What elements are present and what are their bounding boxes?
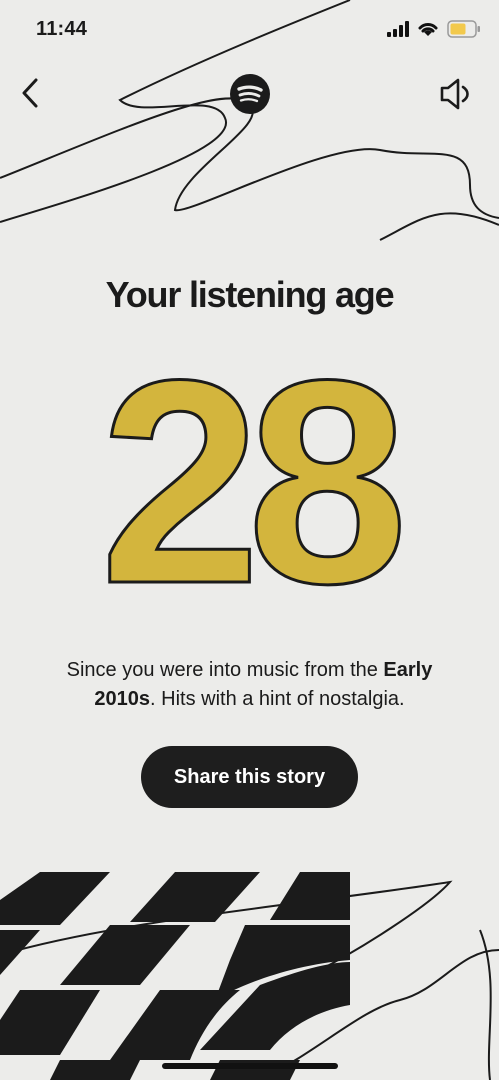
wifi-icon: [418, 23, 438, 36]
description-text: Since you were into music from the: [66, 659, 384, 681]
sound-button[interactable]: [438, 76, 474, 112]
back-button[interactable]: [14, 74, 46, 112]
chevron-left-icon: [22, 78, 38, 108]
status-icons: [387, 20, 481, 38]
age-description: Since you were into music from the Early…: [40, 656, 459, 714]
status-time: 11:44: [36, 18, 88, 40]
listening-age-number: 28: [98, 362, 416, 602]
home-indicator[interactable]: [162, 1063, 338, 1069]
signal-icon: [387, 21, 409, 37]
speaker-icon: [440, 78, 469, 110]
page-title: Your listening age: [105, 274, 395, 315]
battery-icon: [447, 20, 480, 38]
spotify-logo-icon: [230, 74, 270, 114]
age-value: 28: [100, 362, 401, 602]
share-story-button[interactable]: Share this story: [141, 746, 358, 808]
description-text-end: . Hits with a hint of nostalgia.: [150, 688, 405, 710]
story-screen: 11:44 Your listening age 28 Since you we…: [0, 0, 499, 1080]
